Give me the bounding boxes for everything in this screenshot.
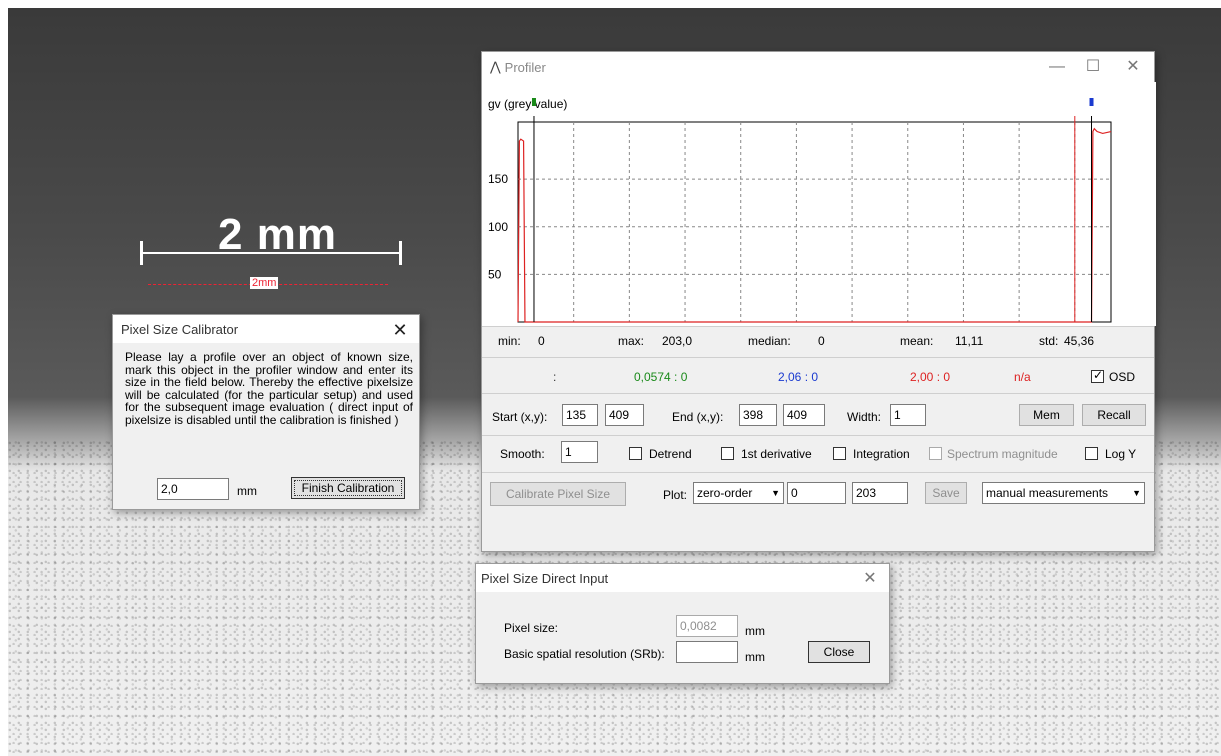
integration-checkbox[interactable] [833,447,846,460]
plot-mode-value: zero-order [697,486,753,500]
plot-mode-select[interactable]: zero-order ▼ [693,482,784,504]
end-y-input[interactable]: 409 [783,404,825,426]
profile-line-label: 2mm [250,277,279,289]
divider [482,357,1154,358]
profile-series-line [517,127,1112,323]
mem-button[interactable]: Mem [1019,404,1074,426]
maximize-icon[interactable]: ☐ [1076,56,1110,78]
mean-label: mean: [900,334,934,348]
pixel-size-label: Pixel size: [504,621,559,635]
close-button[interactable]: Close [808,641,870,663]
close-icon[interactable]: ✕ [383,319,417,341]
measurement-mode-select[interactable]: manual measurements ▼ [982,482,1145,504]
cursor-handle[interactable] [531,98,536,106]
calibrate-pixel-size-button[interactable]: Calibrate Pixel Size [490,482,626,506]
end-label: End (x,y): [672,410,724,424]
log-y-checkbox[interactable] [1085,447,1098,460]
start-label: Start (x,y): [492,410,548,424]
measurement-mode-value: manual measurements [986,486,1109,500]
known-size-input[interactable]: 2,0 [157,478,229,500]
y-tick-label: 100 [488,220,508,234]
cursor-handle[interactable] [1089,98,1094,106]
min-value: 0 [538,334,545,348]
end-x-input[interactable]: 398 [739,404,777,426]
plot-max-input[interactable]: 203 [852,482,908,504]
start-x-input[interactable]: 135 [562,404,598,426]
scale-bar [140,252,402,254]
calibrator-titlebar[interactable]: Pixel Size Calibrator ✕ [113,315,419,343]
minimize-icon[interactable]: — [1040,56,1074,78]
srb-label: Basic spatial resolution (SRb): [504,647,665,661]
profile-chart-svg[interactable]: 00,20,40,60,81,01,21,41,61,82,050100150g… [482,82,1156,343]
chevron-down-icon[interactable]: ▼ [771,486,780,500]
srb-input[interactable] [676,641,738,663]
divider [482,435,1154,436]
first-derivative-checkbox[interactable] [721,447,734,460]
integration-label: Integration [853,447,910,461]
profiler-window: ⋀ Profiler — ☐ ✕ 00,20,40,60,81,01,21,41… [481,51,1156,552]
close-icon[interactable]: ✕ [853,568,887,590]
profiler-title: Profiler [504,59,546,75]
start-y-input[interactable]: 409 [605,404,644,426]
y-tick-label: 150 [488,172,508,186]
mean-value: 11,11 [955,334,984,348]
recall-button[interactable]: Recall [1082,404,1146,426]
smooth-input[interactable]: 1 [561,441,598,463]
red-cursor-readout: 2,00 : 0 [910,370,951,384]
log-y-label: Log Y [1105,447,1137,461]
pixel-size-input: 0,0082 [676,615,738,637]
blue-cursor-readout: 2,06 : 0 [778,370,819,384]
osd-label: OSD [1109,370,1136,384]
calibrator-title: Pixel Size Calibrator [121,321,239,337]
min-label: min: [498,334,521,348]
profiler-titlebar[interactable]: ⋀ Profiler — ☐ ✕ [482,52,1154,82]
profile-chart[interactable]: 00,20,40,60,81,01,21,41,61,82,050100150g… [482,82,1156,343]
detrend-checkbox[interactable] [629,447,642,460]
plot-min-input[interactable]: 0 [787,482,846,504]
smooth-label: Smooth: [500,447,545,461]
osd-checkbox[interactable] [1091,368,1104,383]
first-derivative-label: 1st derivative [741,447,812,461]
direct-input-titlebar[interactable]: Pixel Size Direct Input ✕ [476,564,889,592]
finish-calibration-button[interactable]: Finish Calibration [291,477,405,499]
profiler-app-icon: ⋀ [490,59,501,74]
divider [482,326,1154,327]
divider [482,472,1154,473]
median-label: median: [748,334,791,348]
y-tick-label: 50 [488,267,502,281]
pixel-size-direct-input-window: Pixel Size Direct Input ✕ Pixel size: 0,… [475,563,890,684]
plot-label: Plot: [663,488,688,502]
y-axis-label: gv (grey value) [488,97,567,111]
green-cursor-readout: 0,0574 : 0 [634,370,688,384]
na-readout: n/a [1014,370,1031,384]
direct-input-title: Pixel Size Direct Input [481,570,609,586]
max-label: max: [618,334,645,348]
calibrator-description: Please lay a profile over an object of k… [125,350,413,427]
save-button[interactable]: Save [925,482,967,504]
detrend-label: Detrend [649,447,692,461]
max-value: 203,0 [662,334,693,348]
std-value: 45,36 [1064,334,1095,348]
spectrum-magnitude-label: Spectrum magnitude [947,447,1058,461]
scale-bar-right-end [399,241,402,265]
spectrum-magnitude-checkbox [929,447,942,460]
width-input[interactable]: 1 [890,404,926,426]
srb-unit: mm [745,650,765,664]
width-label: Width: [847,410,882,424]
pixel-size-calibrator-window: Pixel Size Calibrator ✕ Please lay a pro… [112,314,420,510]
median-value: 0 [818,334,825,348]
std-label: std: [1039,334,1059,348]
chevron-down-icon[interactable]: ▼ [1132,486,1141,500]
close-icon[interactable]: ✕ [1116,56,1150,78]
known-size-unit: mm [237,484,257,498]
cursor-colon: : [553,370,557,384]
divider [482,393,1154,394]
pixel-size-unit: mm [745,624,765,638]
plot-frame [517,121,1112,323]
